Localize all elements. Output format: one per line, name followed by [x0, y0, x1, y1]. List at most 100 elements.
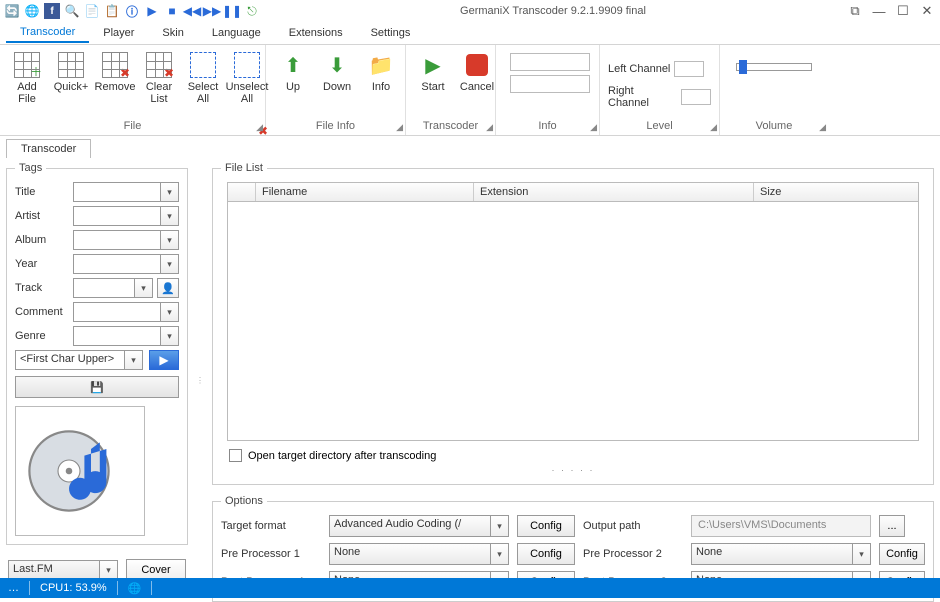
track-combo[interactable]: ▾	[73, 278, 153, 298]
chevron-down-icon[interactable]: ▾	[160, 231, 178, 249]
chevron-down-icon[interactable]: ▾	[160, 255, 178, 273]
ribbon-info-launcher[interactable]: ◢	[590, 122, 597, 133]
ribbon-transcoder-launcher[interactable]: ◢	[486, 122, 493, 133]
maximize-button[interactable]: ☐	[894, 2, 912, 20]
ribbon-file-label: File	[6, 118, 259, 135]
stop-icon[interactable]: ■	[164, 3, 180, 19]
rewind-icon[interactable]: ◀◀	[184, 3, 200, 19]
genre-combo[interactable]: ▾	[73, 326, 179, 346]
status-dots[interactable]: …	[8, 582, 19, 594]
window-restore-icon[interactable]: ⧉	[846, 2, 864, 20]
status-globe-icon[interactable]: 🌐	[128, 582, 142, 595]
menu-transcoder[interactable]: Transcoder	[6, 23, 89, 43]
comment-label: Comment	[15, 306, 69, 318]
output-path-field[interactable]: C:\Users\VMS\Documents	[691, 515, 871, 537]
open-target-checkbox[interactable]	[229, 449, 242, 462]
browse-button[interactable]: ...	[879, 515, 905, 537]
chevron-down-icon[interactable]: ▾	[490, 544, 508, 564]
volume-slider[interactable]	[736, 63, 812, 71]
app-icon[interactable]: 🔄	[4, 3, 20, 19]
target-format-combo[interactable]: Advanced Audio Coding (/▾	[329, 515, 509, 537]
col-spacer[interactable]	[228, 183, 256, 201]
menu-player[interactable]: Player	[89, 24, 148, 42]
ribbon-level-launcher[interactable]: ◢	[710, 122, 717, 133]
chevron-down-icon[interactable]: ▾	[490, 516, 508, 536]
facebook-icon[interactable]: f	[44, 3, 60, 19]
comment-combo[interactable]: ▾	[73, 302, 179, 322]
cancel-button[interactable]: Cancel	[456, 47, 498, 118]
col-extension[interactable]: Extension	[474, 183, 754, 201]
menu-settings[interactable]: Settings	[357, 24, 425, 42]
track-label: Track	[15, 282, 69, 294]
info-button[interactable]: 📁Info	[360, 47, 402, 118]
album-combo[interactable]: ▾	[73, 230, 179, 250]
ribbon-transcoder-label: Transcoder	[412, 118, 489, 135]
volume-thumb[interactable]	[739, 60, 747, 74]
info-field-1[interactable]	[510, 53, 590, 71]
down-button[interactable]: ⬇Down	[316, 47, 358, 118]
artist-combo[interactable]: ▾	[73, 206, 179, 226]
right-channel-value	[681, 89, 711, 105]
pre2-label: Pre Processor 2	[583, 548, 683, 560]
title-combo[interactable]: ▾	[73, 182, 179, 202]
exit-icon[interactable]: ⎋	[244, 3, 260, 19]
track-number-button[interactable]: 👤	[157, 278, 179, 298]
info-icon[interactable]: ⓘ	[124, 3, 140, 19]
col-filename[interactable]: Filename	[256, 183, 474, 201]
open-target-label: Open target directory after transcoding	[248, 450, 436, 462]
play-icon[interactable]: ▶	[144, 3, 160, 19]
filelist-panel: File List Filename Extension Size Open t…	[212, 162, 934, 485]
pre1-config-button[interactable]: Config	[517, 543, 575, 565]
vertical-splitter[interactable]: ⋮	[198, 158, 202, 602]
save-tags-button[interactable]: 💾	[15, 376, 179, 398]
menu-extensions[interactable]: Extensions	[275, 24, 357, 42]
tags-legend: Tags	[15, 162, 46, 174]
minimize-button[interactable]: —	[870, 2, 888, 20]
remove-button[interactable]: ✖Remove	[94, 47, 136, 118]
start-button[interactable]: ▶Start	[412, 47, 454, 118]
pre1-combo[interactable]: None▾	[329, 543, 509, 565]
col-size[interactable]: Size	[754, 183, 918, 201]
filelist-body[interactable]	[227, 202, 919, 441]
forward-icon[interactable]: ▶▶	[204, 3, 220, 19]
close-button[interactable]: ✕	[918, 2, 936, 20]
up-button[interactable]: ⬆Up	[272, 47, 314, 118]
globe-icon[interactable]: 🌐	[24, 3, 40, 19]
doc-icon[interactable]: 📄	[84, 3, 100, 19]
output-path-label: Output path	[583, 520, 683, 532]
add-file-button[interactable]: ＋Add File	[6, 47, 48, 118]
quick-button[interactable]: Quick+	[50, 47, 92, 118]
chevron-down-icon[interactable]: ▾	[124, 351, 142, 369]
ribbon-file-launcher[interactable]: ◢	[256, 122, 263, 133]
apply-case-button[interactable]: ▶	[149, 350, 179, 370]
info-field-2[interactable]	[510, 75, 590, 93]
select-all-button[interactable]: Select All	[182, 47, 224, 118]
ribbon-volume-launcher[interactable]: ◢	[819, 122, 826, 133]
horizontal-splitter[interactable]: · · · · ·	[221, 464, 925, 476]
first-char-combo[interactable]: <First Char Upper>▾	[15, 350, 143, 370]
pre2-combo[interactable]: None▾	[691, 543, 871, 565]
clear-list-button[interactable]: ✖Clear List	[138, 47, 180, 118]
pause-icon[interactable]: ❚❚	[224, 3, 240, 19]
pre2-config-button[interactable]: Config	[879, 543, 925, 565]
lastfm-combo[interactable]: Last.FM▾	[8, 560, 118, 580]
clipboard-icon[interactable]: 📋	[104, 3, 120, 19]
album-label: Album	[15, 234, 69, 246]
chevron-down-icon[interactable]: ▾	[134, 279, 152, 297]
unselect-all-button[interactable]: ✖Unselect All	[226, 47, 268, 118]
search-icon[interactable]: 🔍	[64, 3, 80, 19]
chevron-down-icon[interactable]: ▾	[160, 327, 178, 345]
menu-skin[interactable]: Skin	[148, 24, 197, 42]
chevron-down-icon[interactable]: ▾	[160, 183, 178, 201]
chevron-down-icon[interactable]: ▾	[160, 207, 178, 225]
year-combo[interactable]: ▾	[73, 254, 179, 274]
chevron-down-icon[interactable]: ▾	[160, 303, 178, 321]
left-channel-label: Left Channel	[608, 63, 670, 75]
chevron-down-icon[interactable]: ▾	[852, 544, 870, 564]
subtab-transcoder[interactable]: Transcoder	[6, 139, 91, 158]
menu-language[interactable]: Language	[198, 24, 275, 42]
chevron-down-icon[interactable]: ▾	[99, 561, 117, 579]
ribbon-fileinfo-launcher[interactable]: ◢	[396, 122, 403, 133]
target-format-config-button[interactable]: Config	[517, 515, 575, 537]
title-label: Title	[15, 186, 69, 198]
